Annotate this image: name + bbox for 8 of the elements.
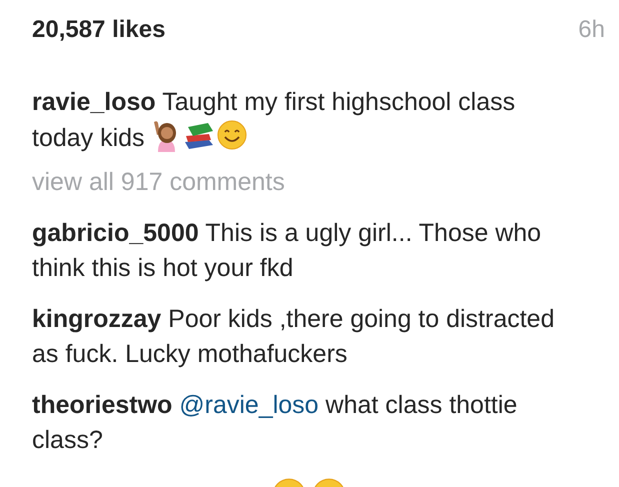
comment-text: gabricio_5000 This is a ugly girl... Those who think this is hot your fkd — [32, 218, 542, 284]
smiling-face-icon — [216, 120, 247, 150]
post-time: 6h — [578, 16, 605, 44]
likes-count[interactable]: 20,587 likes — [32, 16, 166, 44]
comment-text: kingrozzay Poor kids ,there going to distracted as fuck. Lucky mothafuckers — [32, 304, 556, 370]
mention-link[interactable]: @ravie_loso — [179, 390, 319, 419]
caption-text: ravie_loso Taught my first highschool class today kids — [32, 86, 516, 154]
comment-text: theoriestwo @ravie_loso what class thottie class? — [32, 390, 518, 456]
